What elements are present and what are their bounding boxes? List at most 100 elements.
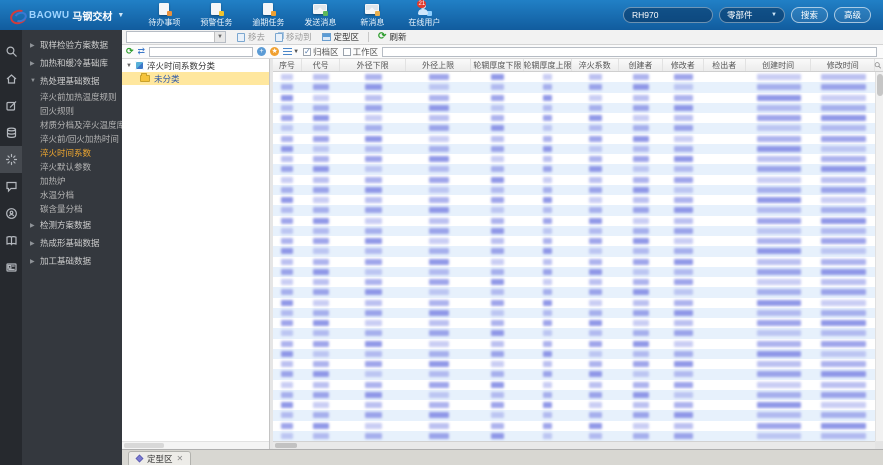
table-row[interactable] [273,195,875,205]
sidebar-item[interactable]: 淬火前加热温度规则 [22,90,122,104]
column-header-1[interactable]: 代号 [302,59,341,71]
refresh-button[interactable]: ⟳ 刷新 [373,30,411,45]
column-header-9[interactable]: 检出者 [704,59,746,71]
move-to-button[interactable]: 移动到 [270,30,317,45]
table-row[interactable] [273,328,875,339]
column-header-3[interactable]: 外径上限 [406,59,472,71]
table-row[interactable] [273,318,875,328]
table-row[interactable] [273,339,875,349]
refresh-tree-icon[interactable]: ⟳ [126,47,134,56]
table-row[interactable] [273,164,875,175]
table-row[interactable] [273,216,875,226]
table-filter-input[interactable] [382,46,877,57]
rail-support[interactable] [0,200,22,227]
sidebar-item[interactable]: 碳含量分档 [22,202,122,216]
view-mode-menu[interactable]: ▼ [283,47,299,56]
scrollbar-thumb[interactable] [275,443,297,448]
table-row[interactable] [273,359,875,369]
table-row[interactable] [273,266,875,277]
tree-root-node[interactable]: ▼ 淬火时间系数分类 [122,59,269,72]
column-header-4[interactable]: 轮辋厚度下限 [471,59,525,71]
work-area-checkbox[interactable] [342,47,351,56]
archive-area-checkbox-label[interactable]: 归档区 [303,46,339,58]
sidebar-group-5[interactable]: ▶ 加工基础数据 [22,252,122,270]
table-row[interactable] [273,175,875,185]
table-row[interactable] [273,348,875,359]
online-users-tool[interactable]: 21 在线用户 [398,0,450,28]
rail-database[interactable] [0,119,22,146]
table-row[interactable] [273,93,875,103]
table-row[interactable] [273,154,875,164]
todo-tool[interactable]: 待办事项 [138,2,190,28]
table-row[interactable] [273,123,875,134]
scrollbar-thumb[interactable] [124,443,164,448]
scrollbar-thumb[interactable] [877,74,883,96]
table-row[interactable] [273,205,875,216]
table-row[interactable] [273,72,875,82]
table-row[interactable] [273,184,875,195]
tab-shaped-area[interactable]: 定型区 ✕ [128,451,192,465]
send-message-tool[interactable]: 发送消息 [294,2,346,28]
column-header-10[interactable]: 创建时间 [746,59,812,71]
add-icon[interactable]: + [257,47,267,56]
table-row[interactable] [273,277,875,287]
rail-card[interactable] [0,254,22,281]
column-header-0[interactable]: 序号 [273,59,302,71]
favorite-star-icon[interactable]: ★ [270,47,280,56]
table-row[interactable] [273,257,875,267]
table-row[interactable] [273,421,875,431]
search-button[interactable]: 搜索 [790,7,828,23]
sidebar-item[interactable]: 回火规则 [22,104,122,118]
table-row[interactable] [273,400,875,410]
sidebar-group-0[interactable]: ▶ 取样检验方案数据 [22,36,122,54]
filter-combobox[interactable]: ▼ [126,31,226,43]
sidebar-item[interactable]: 加热炉 [22,174,122,188]
column-search-icon[interactable] [874,60,882,71]
sidebar-group-3[interactable]: ▶ 检测方案数据 [22,216,122,234]
column-header-2[interactable]: 外径下限 [340,59,406,71]
remove-button[interactable]: 移去 [232,30,270,45]
table-row[interactable] [273,369,875,380]
sync-favorites-icon[interactable]: ⇄ [138,47,146,56]
table-row[interactable] [273,246,875,257]
table-row[interactable] [273,225,875,236]
rail-chat[interactable] [0,173,22,200]
rail-search[interactable] [0,38,22,65]
overdue-task-tool[interactable]: 逾期任务 [242,2,294,28]
archive-area-checkbox[interactable] [303,47,312,56]
table-row[interactable] [273,307,875,318]
sidebar-item[interactable]: 淬火默认参数 [22,160,122,174]
close-icon[interactable]: ✕ [177,454,184,463]
table-row[interactable] [273,113,875,123]
global-search-input[interactable] [622,7,713,23]
shaped-area-button[interactable]: 定型区 [317,30,365,45]
column-header-8[interactable]: 修改者 [663,59,704,71]
table-horizontal-scrollbar[interactable] [273,441,875,449]
tree-filter-input[interactable] [149,46,254,57]
table-row[interactable] [273,287,875,298]
column-header-5[interactable]: 轮辋厚度上限 [524,59,572,71]
table-row[interactable] [273,410,875,421]
sidebar-item[interactable]: 水温分档 [22,188,122,202]
app-logo[interactable]: BAOWU 马钢交材 ▼ [0,8,124,23]
sidebar-group-4[interactable]: ▶ 热成形基础数据 [22,234,122,252]
alert-task-tool[interactable]: 预警任务 [190,2,242,28]
category-select[interactable]: 零部件 ▼ [718,7,785,23]
table-row[interactable] [273,236,875,246]
table-row[interactable] [273,134,875,144]
advanced-search-button[interactable]: 高级 [833,7,871,23]
table-row[interactable] [273,82,875,93]
sidebar-item[interactable]: 材质分档及淬火温度库 [22,118,122,132]
table-row[interactable] [273,102,875,113]
sidebar-group-2[interactable]: ▼ 热处理基础数据 [22,72,122,90]
new-message-tool[interactable]: 新消息 [346,2,398,28]
column-header-6[interactable]: 淬火系数 [572,59,619,71]
sidebar-item[interactable]: 淬火前/回火加热时间 [22,132,122,146]
column-header-7[interactable]: 创建者 [619,59,664,71]
table-row[interactable] [273,380,875,390]
rail-edit[interactable] [0,92,22,119]
table-vertical-scrollbar[interactable] [875,72,883,441]
sidebar-item[interactable]: 淬火时间系数 [22,146,122,160]
sidebar-group-1[interactable]: ▶ 加热和缓冷基础库 [22,54,122,72]
rail-home[interactable] [0,65,22,92]
